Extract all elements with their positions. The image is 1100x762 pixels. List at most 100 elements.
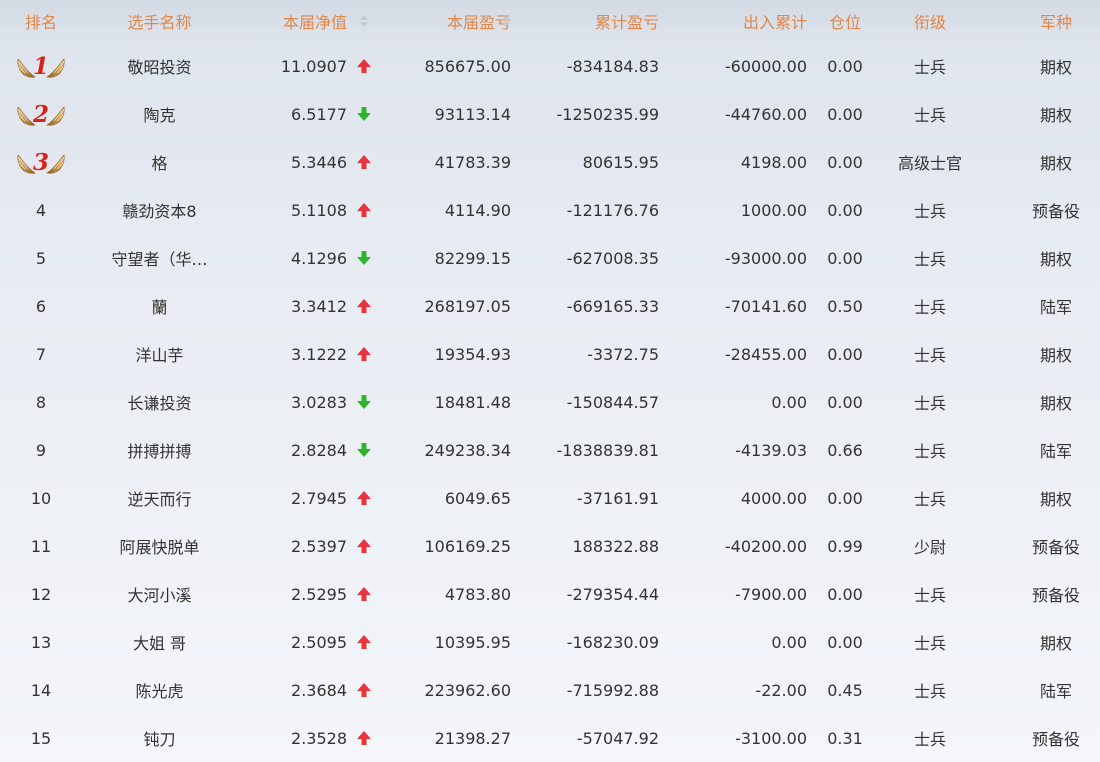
- arm: 陆军: [1039, 682, 1072, 701]
- position: 0.45: [827, 680, 863, 700]
- arm: 预备役: [1031, 538, 1080, 557]
- cumulative-pl: -669165.33: [566, 296, 659, 316]
- player-name[interactable]: 拼搏拼搏: [82, 426, 237, 474]
- net-value: 2.5095: [291, 632, 347, 652]
- table-row[interactable]: 10 逆天而行 2.7945 6049.65 -37161.91 4000.00 0.00 士…: [0, 474, 1100, 522]
- grade: 士兵: [913, 106, 946, 125]
- arm: 期权: [1039, 58, 1072, 77]
- arm: 期权: [1039, 634, 1072, 653]
- arm: 期权: [1039, 250, 1072, 269]
- rank-number: 9: [35, 440, 47, 460]
- player-name[interactable]: 赣劲资本8: [82, 186, 237, 234]
- table-row[interactable]: 3 格 5.3446 41783.39 80615.95 4198.00 0.00 高级士官…: [0, 138, 1100, 186]
- player-name[interactable]: 阿展快脱单: [82, 522, 237, 570]
- table-row[interactable]: 13 大姐 哥 2.5095 10395.95 -168230.09 0.00 0.00 士兵…: [0, 618, 1100, 666]
- rank-medal: 2: [0, 90, 82, 138]
- up-arrow-icon: [352, 618, 376, 666]
- cumulative-pl: -279354.44: [566, 584, 659, 604]
- position: 0.99: [827, 536, 863, 556]
- header-pl-sortable[interactable]: 本届盈亏: [380, 0, 511, 42]
- arm: 预备役: [1031, 586, 1080, 605]
- arm: 预备役: [1031, 202, 1080, 221]
- cash-flow: -40200.00: [724, 536, 807, 556]
- player-name[interactable]: 格: [82, 138, 237, 186]
- net-value: 2.3528: [291, 728, 347, 748]
- rank-number: 2: [32, 100, 49, 128]
- player-name[interactable]: 大河小溪: [82, 570, 237, 618]
- period-pl: 106169.25: [424, 536, 511, 556]
- table-row[interactable]: 9 拼搏拼搏 2.8284 249238.34 -1838839.81 -4139.03 0…: [0, 426, 1100, 474]
- period-pl: 6049.65: [444, 488, 511, 508]
- net-value: 11.0907: [280, 56, 347, 76]
- table-row[interactable]: 8 长谦投资 3.0283 18481.48 -150844.57 0.00 0.00 士兵 期…: [0, 378, 1100, 426]
- rank-number: 12: [30, 584, 52, 604]
- position: 0.31: [827, 728, 863, 748]
- period-pl: 93113.14: [434, 104, 511, 124]
- rank-number: 13: [30, 632, 52, 652]
- header-name: 选手名称: [127, 13, 192, 32]
- position: 0.00: [827, 632, 863, 652]
- table-row[interactable]: 5 守望者（华… 4.1296 82299.15 -627008.35 -93000.00…: [0, 234, 1100, 282]
- up-arrow-icon: [352, 666, 376, 714]
- position: 0.00: [827, 56, 863, 76]
- grade: 少尉: [913, 538, 946, 557]
- cumulative-pl: -834184.83: [566, 56, 659, 76]
- net-value: 3.1222: [291, 344, 347, 364]
- position: 0.50: [827, 296, 863, 316]
- rank-number: 15: [30, 728, 52, 748]
- cash-flow: -44760.00: [724, 104, 807, 124]
- arm: 预备役: [1031, 730, 1080, 749]
- cash-flow: -60000.00: [724, 56, 807, 76]
- player-name[interactable]: 守望者（华…: [82, 234, 237, 282]
- player-name[interactable]: 陈光虎: [82, 666, 237, 714]
- up-arrow-icon: [352, 186, 376, 234]
- period-pl: 249238.34: [424, 440, 511, 460]
- cash-flow: 4000.00: [740, 488, 807, 508]
- table-row[interactable]: 2 陶克 6.5177 93113.14 -1250235.99 -44760.00 0.…: [0, 90, 1100, 138]
- period-pl: 21398.27: [434, 728, 511, 748]
- arm: 期权: [1039, 490, 1072, 509]
- up-arrow-icon: [352, 138, 376, 186]
- period-pl: 19354.93: [434, 344, 511, 364]
- player-name[interactable]: 大姐 哥: [82, 618, 237, 666]
- cumulative-pl: -57047.92: [576, 728, 659, 748]
- player-name[interactable]: 钝刀: [82, 714, 237, 762]
- table-row[interactable]: 14 陈光虎 2.3684 223962.60 -715992.88 -22.00 0.45…: [0, 666, 1100, 714]
- cash-flow: -22.00: [755, 680, 807, 700]
- player-name[interactable]: 敬昭投资: [82, 42, 237, 90]
- grade: 士兵: [913, 346, 946, 365]
- header-nav-sortable[interactable]: 本届净值: [237, 0, 347, 42]
- table-row[interactable]: 6 蘭 3.3412 268197.05 -669165.33 -70141.60 0.50…: [0, 282, 1100, 330]
- table-row[interactable]: 15 钝刀 2.3528 21398.27 -57047.92 -3100.00 0.31 士…: [0, 714, 1100, 762]
- table-row[interactable]: 11 阿展快脱单 2.5397 106169.25 188322.88 -40200.00…: [0, 522, 1100, 570]
- table-row[interactable]: 12 大河小溪 2.5295 4783.80 -279354.44 -7900.00 0.0…: [0, 570, 1100, 618]
- table-row[interactable]: 4 赣劲资本8 5.1108 4114.90 -121176.76 1000.00 0.00…: [0, 186, 1100, 234]
- net-value: 2.5397: [291, 536, 347, 556]
- player-name[interactable]: 洋山芋: [82, 330, 237, 378]
- cumulative-pl: -121176.76: [566, 200, 659, 220]
- up-arrow-icon: [352, 330, 376, 378]
- rank-number: 7: [35, 344, 47, 364]
- table-row[interactable]: 7 洋山芋 3.1222 19354.93 -3372.75 -28455.00 0.00 士…: [0, 330, 1100, 378]
- nav-sort-icon[interactable]: [352, 0, 376, 42]
- down-arrow-icon: [352, 426, 376, 474]
- cash-flow: -7900.00: [735, 584, 807, 604]
- player-name[interactable]: 长谦投资: [82, 378, 237, 426]
- cumulative-pl: 80615.95: [582, 152, 659, 172]
- player-name[interactable]: 蘭: [82, 282, 237, 330]
- arm: 期权: [1039, 346, 1072, 365]
- down-arrow-icon: [352, 378, 376, 426]
- grade: 士兵: [913, 634, 946, 653]
- net-value: 2.3684: [291, 680, 347, 700]
- pl-sort-icon[interactable]: [496, 0, 516, 42]
- net-value: 4.1296: [291, 248, 347, 268]
- player-name[interactable]: 陶克: [82, 90, 237, 138]
- table-row[interactable]: 1 敬昭投资 11.0907 856675.00 -834184.83 -60000.0…: [0, 42, 1100, 90]
- rank-number: 3: [32, 148, 49, 176]
- arm: 陆军: [1039, 442, 1072, 461]
- table-header: 排名 选手名称 本届净值 本届盈亏 累计盈亏 出入累计 仓位 衔级 军种: [0, 0, 1100, 42]
- player-name[interactable]: 逆天而行: [82, 474, 237, 522]
- cash-flow: -28455.00: [724, 344, 807, 364]
- cumulative-pl: 188322.88: [572, 536, 659, 556]
- down-arrow-icon: [352, 90, 376, 138]
